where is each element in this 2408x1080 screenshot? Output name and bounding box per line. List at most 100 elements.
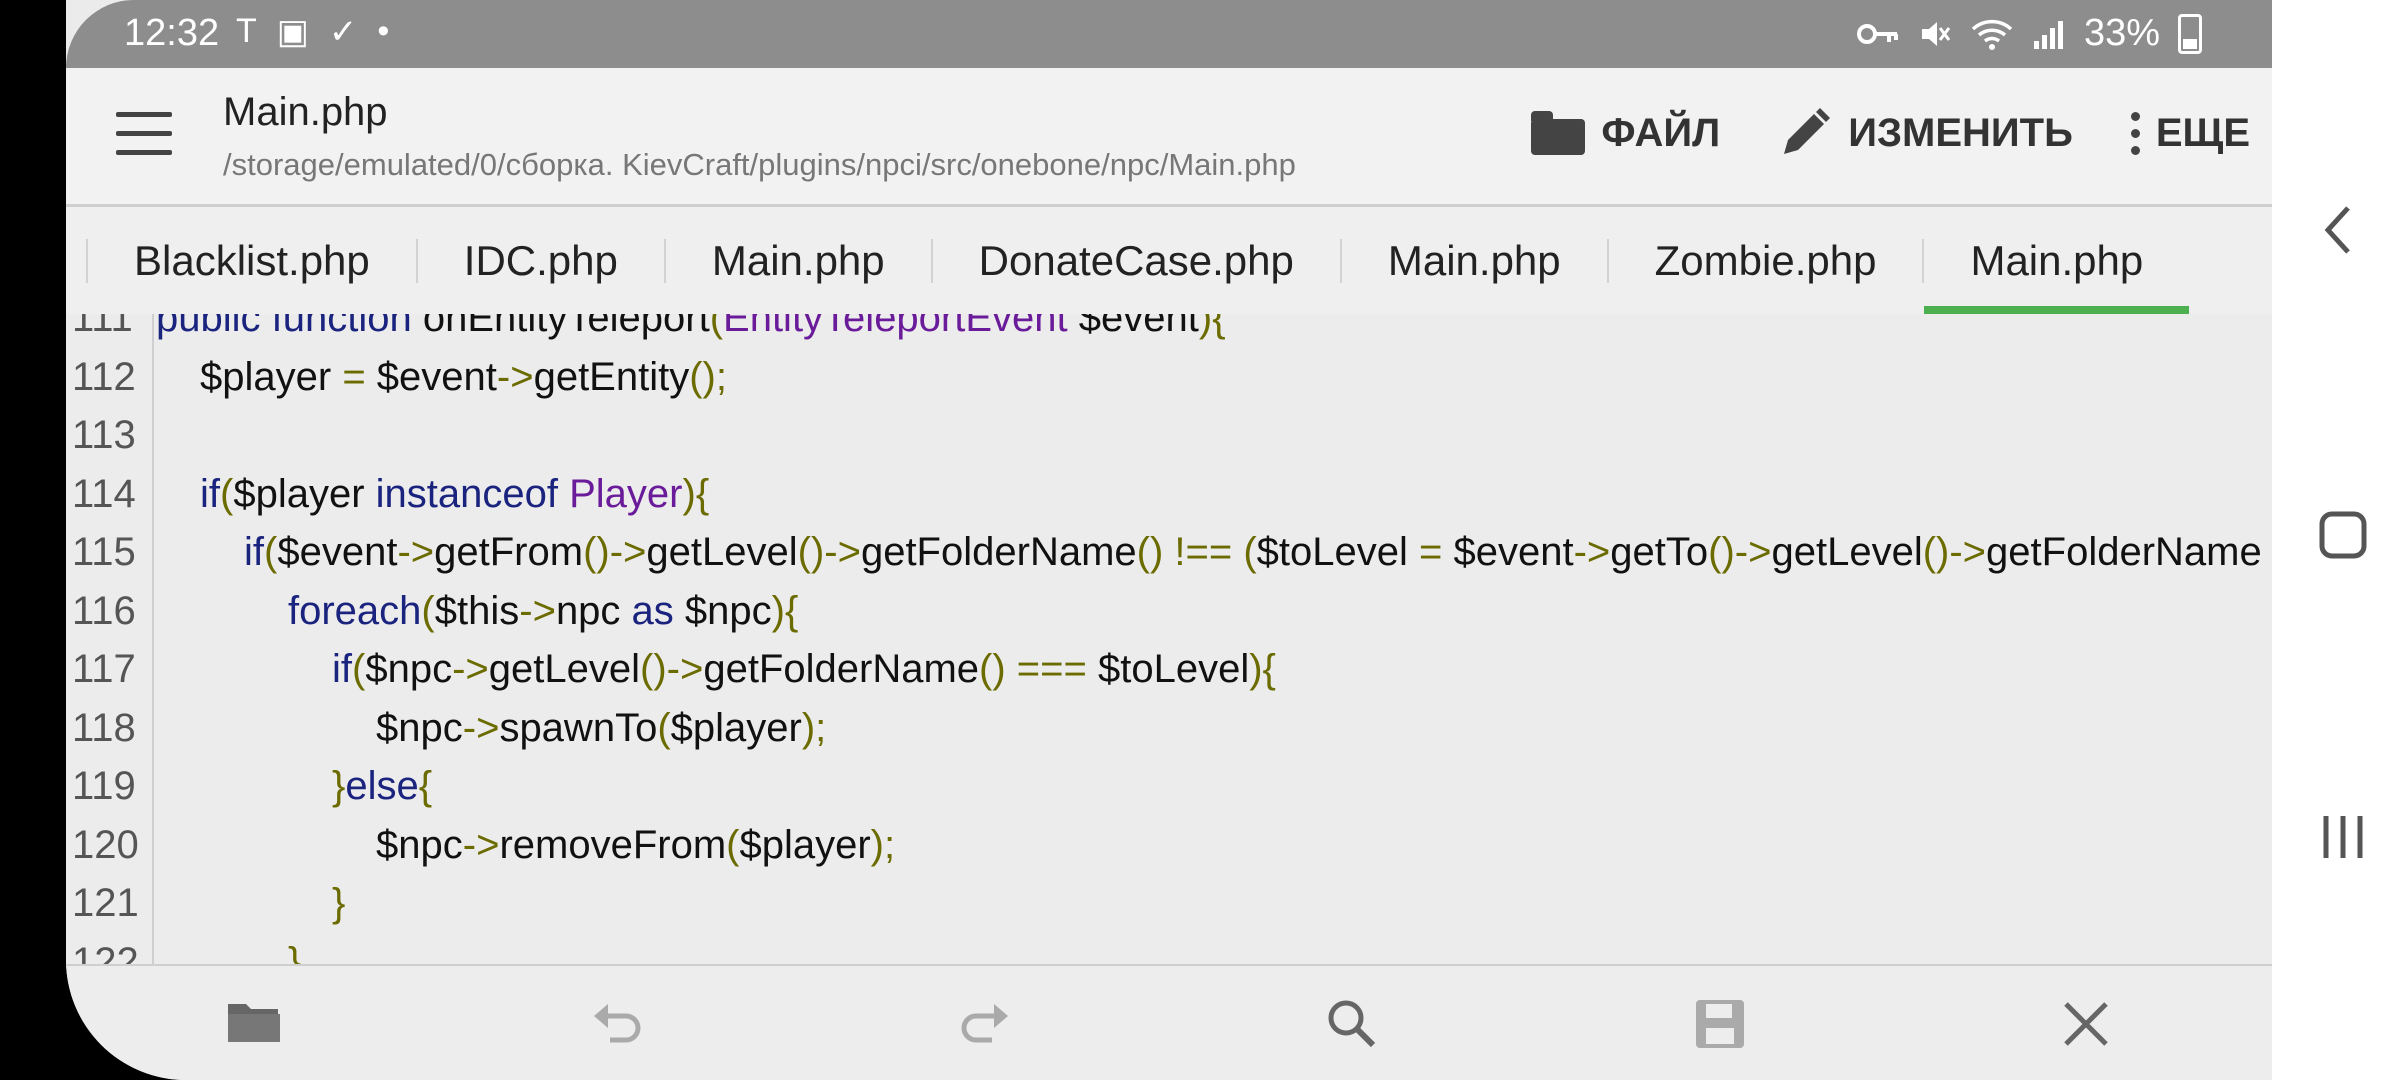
document-info: Main.php /storage/emulated/0/сборка. Kie… [223, 90, 1296, 183]
wifi-icon [1971, 19, 2013, 50]
code-editor[interactable]: 111 public function onEntityTeleport(Enti… [66, 314, 2272, 964]
more-notifications-icon: • [377, 12, 390, 50]
undo-icon[interactable] [590, 996, 646, 1052]
code-token: () [797, 530, 825, 574]
code-token: ( [726, 822, 740, 867]
code-token: ( [657, 705, 671, 750]
code-token: getLevel [646, 530, 798, 574]
code-token: getTo [1610, 530, 1709, 574]
back-nav-icon[interactable] [2318, 200, 2358, 273]
code-token: () [1708, 530, 1735, 574]
code-token: $npc [673, 588, 772, 633]
code-token: ( [220, 471, 234, 516]
edit-button[interactable]: ИЗМЕНИТЬ [1778, 106, 2073, 160]
code-token: () [640, 647, 667, 691]
code-text: foreach($this->npc as $npc){ [152, 589, 798, 634]
file-tabs: Blacklist.php IDC.php Main.php DonateCase.p… [66, 207, 2272, 314]
text-notification-icon: T [236, 12, 257, 50]
line-number: 114 [72, 471, 136, 516]
image-notification-icon: ▣ [276, 13, 309, 51]
code-token: ( [352, 647, 366, 691]
home-nav-icon[interactable] [2318, 510, 2368, 573]
code-token: () [979, 647, 1006, 691]
system-status-icons: 33% [1856, 12, 2202, 55]
code-token: $event [277, 530, 398, 574]
close-icon[interactable] [2058, 996, 2114, 1052]
code-token: ) [682, 471, 696, 516]
code-token: removeFrom [499, 822, 727, 867]
code-token: onEntityTeleport [411, 314, 710, 340]
notification-icons: T ▣ ✓ • [236, 12, 389, 52]
code-token: = [342, 354, 366, 399]
code-token: { [784, 588, 799, 633]
line-number: 119 [72, 764, 136, 808]
line-number: 118 [72, 705, 136, 750]
code-token: ; [715, 354, 727, 399]
folder-icon [1531, 111, 1586, 155]
check-notification-icon: ✓ [328, 13, 358, 51]
file-button[interactable]: ФАЙЛ [1531, 111, 1720, 156]
code-token: } [332, 881, 346, 925]
code-text: if($player instanceof Player){ [152, 472, 709, 517]
code-token: EntityTeleportEvent [723, 314, 1068, 340]
code-token: getLevel [1771, 530, 1923, 574]
line-number: 111 [72, 314, 133, 340]
search-icon[interactable] [1324, 996, 1380, 1052]
status-bar: 12:32 T ▣ ✓ • 33% [66, 0, 2272, 68]
tab-idc[interactable]: IDC.php [418, 207, 664, 314]
tab-main[interactable]: Main.php [1342, 207, 1607, 314]
code-token: foreach [288, 588, 422, 633]
menu-icon[interactable] [116, 112, 172, 156]
mute-icon [1921, 21, 1951, 46]
code-token: -> [1573, 530, 1611, 574]
code-token: $toLevel [1097, 647, 1250, 691]
code-text: if($npc->getLevel()->getFolderName() ===… [152, 647, 1276, 692]
line-number: 120 [72, 822, 139, 867]
tab-blacklist[interactable]: Blacklist.php [88, 207, 416, 314]
code-token: } [288, 939, 302, 965]
code-token: $player [233, 471, 376, 516]
code-token: ( [264, 530, 278, 574]
document-path: /storage/emulated/0/сборка. KievCraft/pl… [223, 147, 1296, 182]
code-token: === [1005, 647, 1098, 691]
code-token: = [1419, 530, 1443, 574]
line-number: 116 [72, 588, 136, 633]
code-token: () [1922, 530, 1950, 574]
tab-donatecase[interactable]: DonateCase.php [933, 207, 1340, 314]
toolbar-actions: ФАЙЛ ИЗМЕНИТЬ ЕЩЕ [1531, 106, 2250, 160]
code-token: ; [884, 822, 896, 867]
code-token: -> [1949, 530, 1987, 574]
code-token: -> [1734, 530, 1772, 574]
code-token: getEntity [533, 354, 690, 399]
code-token: getFolderName [703, 647, 980, 691]
code-token: $npc [376, 822, 463, 867]
code-token: -> [452, 647, 489, 691]
code-text: $npc->removeFrom($player); [152, 823, 895, 868]
code-token: () [1136, 530, 1164, 574]
code-token: -> [824, 530, 861, 574]
tab-zombie[interactable]: Zombie.php [1609, 207, 1923, 314]
code-text: public function onEntityTeleport(EntityT… [152, 314, 1226, 341]
code-token: $event [1442, 530, 1574, 574]
code-text: $player = $event->getEntity(); [152, 355, 727, 400]
code-text: if($event->getFrom()->getLevel()->getFol… [152, 530, 2262, 575]
folder-open-icon[interactable] [226, 996, 282, 1052]
more-vert-icon [2130, 111, 2140, 155]
code-token: as [631, 588, 674, 633]
code-token: ( [709, 314, 724, 340]
save-icon[interactable] [1692, 996, 1748, 1052]
line-number: 122 [72, 939, 139, 965]
code-token: spawnTo [499, 705, 658, 750]
pencil-icon [1784, 108, 1831, 154]
line-number: 113 [72, 413, 136, 457]
redo-icon[interactable] [956, 996, 1012, 1052]
recents-nav-icon[interactable] [2318, 812, 2368, 875]
battery-icon [2178, 13, 2202, 54]
code-token: ) [801, 705, 816, 750]
tab-main[interactable]: Main.php [666, 207, 931, 314]
code-token: ; [815, 705, 827, 750]
tab-main[interactable]: Main.php [1924, 207, 2190, 314]
more-button[interactable]: ЕЩЕ [2130, 111, 2250, 156]
code-token: ) [1249, 647, 1263, 691]
app-screen: 12:32 T ▣ ✓ • 33% Main.php /storage/emul… [66, 0, 2272, 1080]
